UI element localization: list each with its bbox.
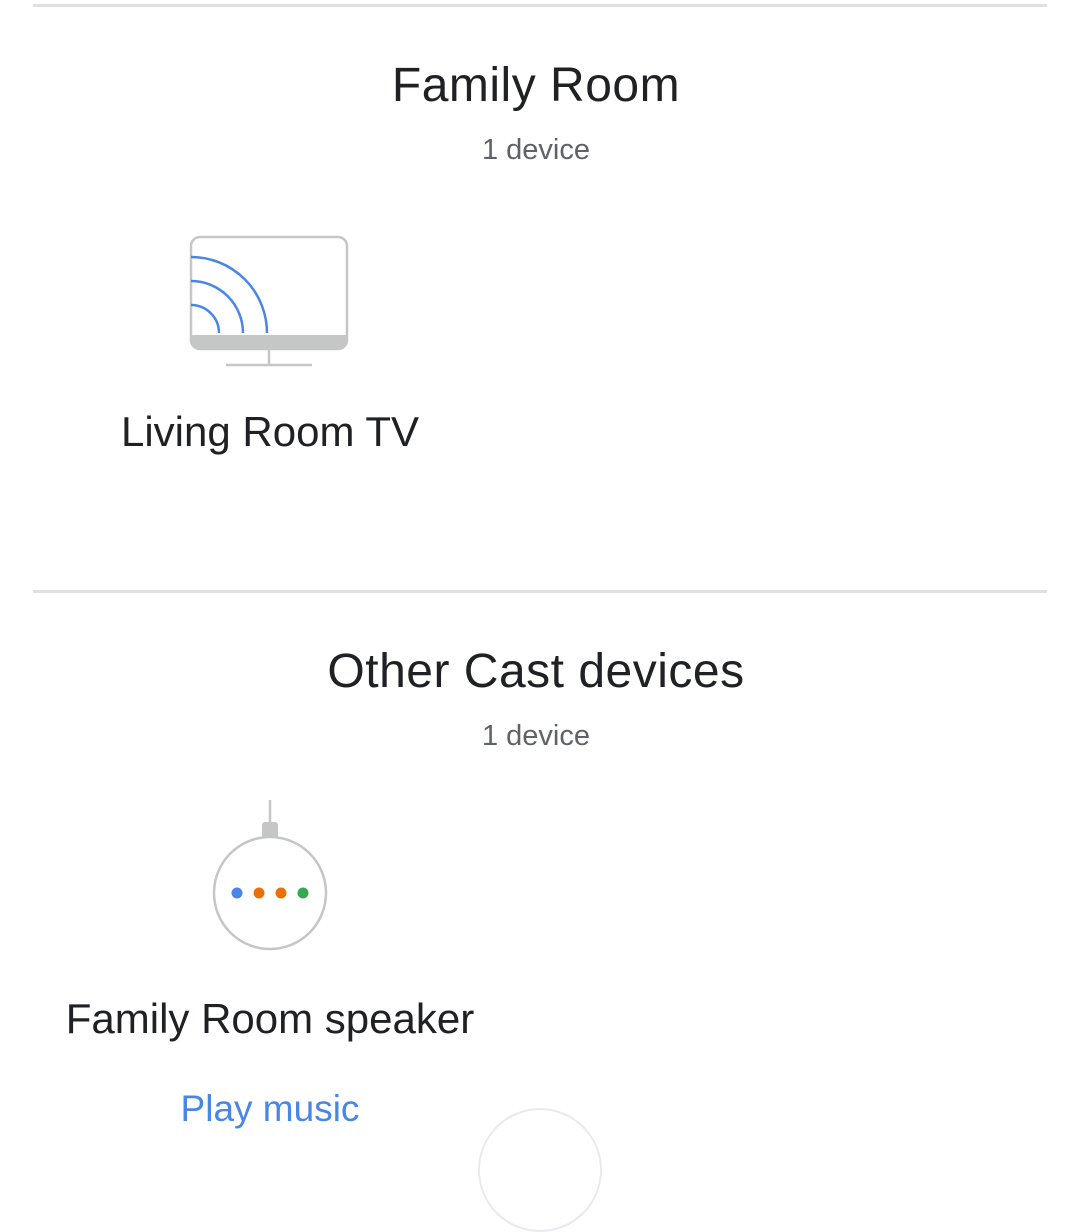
- room-title: Other Cast devices: [327, 645, 745, 698]
- device-name: Living Room TV: [120, 408, 420, 455]
- smart-speaker-icon: [212, 800, 328, 951]
- room-device-count: 1 device: [481, 720, 590, 752]
- cast-tv-icon: [189, 235, 349, 367]
- section-divider-top: [33, 4, 1047, 7]
- room-title: Family Room: [391, 59, 681, 112]
- device-tile-living-room-tv[interactable]: Living Room TV: [60, 225, 480, 475]
- room-device-count: 1 device: [481, 134, 590, 166]
- play-music-button[interactable]: Play music: [0, 1088, 540, 1130]
- device-name: Family Room speaker: [65, 995, 475, 1042]
- section-divider: [33, 590, 1047, 593]
- device-tile-family-room-speaker[interactable]: Family Room speaker: [40, 798, 500, 1048]
- floating-action-button[interactable]: [478, 1108, 602, 1232]
